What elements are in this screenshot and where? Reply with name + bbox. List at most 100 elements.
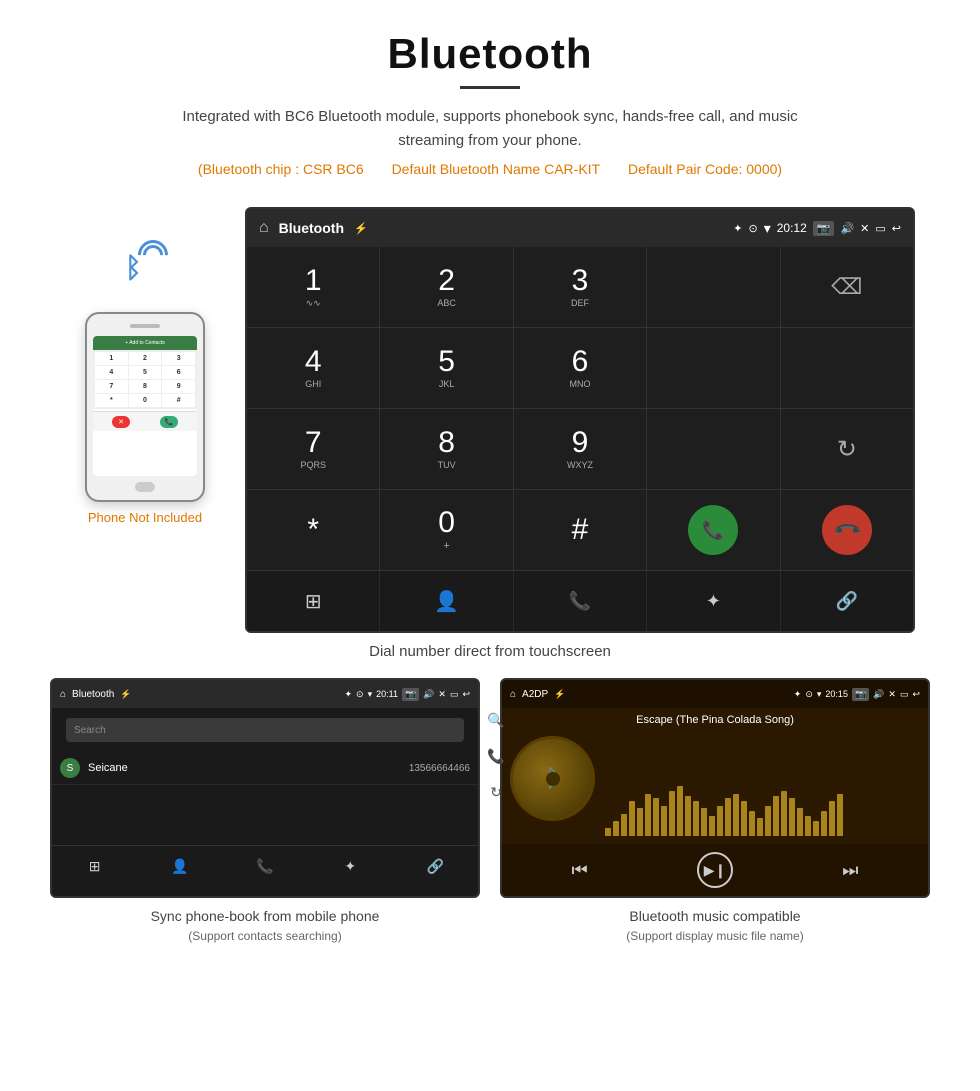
eq-bar [645, 794, 651, 836]
eq-bar [765, 806, 771, 836]
side-reload-icon[interactable]: ↻ [484, 780, 508, 804]
bt-symbol: ᛒ [125, 252, 142, 284]
phone-bottom-bar: ✕ 📞 [93, 411, 197, 431]
eq-bar [789, 798, 795, 836]
song-title: Escape (The Pina Colada Song) [502, 708, 928, 728]
music-bt: ✦ [794, 689, 802, 700]
toolbar-link[interactable]: 🔗 [781, 571, 913, 631]
subtitle: Integrated with BC6 Bluetooth module, su… [150, 105, 830, 153]
dial-call-button[interactable]: 📞 [647, 490, 779, 570]
side-phone-icon[interactable]: 📞 [484, 744, 508, 768]
dial-redial[interactable]: ↻ [781, 409, 913, 489]
contact-row[interactable]: S Seicane 13566664466 [52, 752, 478, 785]
back-icon[interactable]: ↩ [892, 222, 901, 235]
contacts-back[interactable]: ↩ [462, 689, 470, 700]
toolbar-phone[interactable]: 📞 [514, 571, 647, 631]
play-button[interactable]: ▶❙ [697, 852, 733, 888]
contacts-loc: ⊙ [356, 689, 364, 700]
camera-icon: 📷 [813, 221, 835, 236]
eq-bar [621, 814, 627, 836]
window-icon: ▭ [875, 222, 885, 235]
contacts-wifi: ▾ [368, 689, 373, 700]
topbar-title: Bluetooth [279, 220, 344, 236]
dial-key-9[interactable]: 9 WXYZ [514, 409, 646, 489]
ct-link[interactable]: 🔗 [393, 846, 478, 886]
dial-key-0[interactable]: 0 + [380, 490, 512, 570]
album-art: ᛒ [510, 736, 595, 821]
toolbar-bluetooth[interactable]: ✦ [647, 571, 780, 631]
phone-not-included: Phone Not Included [88, 510, 202, 525]
prev-button[interactable]: ⏮ [562, 852, 598, 888]
eq-bar [685, 796, 691, 836]
caption-left-sub: (Support contacts searching) [151, 927, 380, 945]
music-back[interactable]: ↩ [912, 689, 920, 700]
music-topbar: ⌂ A2DP ⚡ ✦ ⊙ ▾ 20:15 📷 🔊 ✕ ▭ ↩ [502, 680, 928, 708]
toolbar-contacts[interactable]: 👤 [380, 571, 513, 631]
phone-home-btn [135, 482, 155, 492]
contacts-x: ✕ [438, 689, 446, 700]
home-icon[interactable]: ⌂ [259, 219, 269, 237]
music-vol: 🔊 [873, 689, 884, 700]
eq-bar [725, 798, 731, 836]
music-screen: ⌂ A2DP ⚡ ✦ ⊙ ▾ 20:15 📷 🔊 ✕ ▭ ↩ Escape (T [500, 678, 930, 898]
dial-empty-3 [781, 328, 913, 408]
eq-bar [757, 818, 763, 836]
contacts-home-icon: ⌂ [60, 689, 66, 700]
dial-key-6[interactable]: 6 MNO [514, 328, 646, 408]
contact-number: 13566664466 [409, 763, 470, 774]
eq-bar [749, 811, 755, 836]
eq-bar [613, 821, 619, 836]
panel-left: ⌂ Bluetooth ⚡ ✦ ⊙ ▾ 20:11 📷 🔊 ✕ ▭ ↩ [40, 678, 490, 945]
panel-right: ⌂ A2DP ⚡ ✦ ⊙ ▾ 20:15 📷 🔊 ✕ ▭ ↩ Escape (T [490, 678, 940, 945]
dial-key-3[interactable]: 3 DEF [514, 247, 646, 327]
eq-bar [701, 808, 707, 836]
eq-bar [637, 808, 643, 836]
bt-name: Default Bluetooth Name CAR-KIT [392, 161, 601, 177]
contacts-usb: ⚡ [120, 689, 131, 700]
dial-empty-2 [647, 328, 779, 408]
page-header: Bluetooth Integrated with BC6 Bluetooth … [0, 0, 980, 207]
contacts-bt: ✦ [344, 689, 352, 700]
android-topbar: ⌂ Bluetooth ⚡ ✦ ⊙ ▾ 20:12 📷 🔊 ✕ ▭ ↩ [247, 209, 913, 247]
dial-key-star[interactable]: * [247, 490, 379, 570]
wifi-icon: ▾ [764, 220, 771, 237]
volume-icon: 🔊 [840, 222, 854, 235]
android-toolbar: ⊞ 👤 📞 ✦ 🔗 [247, 570, 913, 631]
eq-bar [797, 808, 803, 836]
ct-contact[interactable]: 👤 [137, 846, 222, 886]
dial-backspace[interactable]: ⌫ [781, 247, 913, 327]
dial-empty-1 [647, 247, 779, 327]
music-loc: ⊙ [805, 689, 813, 700]
topbar-left: ⌂ Bluetooth ⚡ [259, 219, 368, 237]
dial-key-4[interactable]: 4 GHI [247, 328, 379, 408]
caption-main: Dial number direct from touchscreen [0, 643, 980, 660]
side-search-icon[interactable]: 🔍 [484, 708, 508, 732]
dial-key-7[interactable]: 7 PQRS [247, 409, 379, 489]
eq-bar [781, 791, 787, 836]
dial-key-5[interactable]: 5 JKL [380, 328, 512, 408]
contacts-vol: 🔊 [423, 689, 434, 700]
next-button[interactable]: ⏭ [832, 852, 868, 888]
page-title: Bluetooth [40, 30, 940, 78]
music-title-bar: A2DP [522, 689, 548, 700]
title-underline [460, 86, 520, 89]
dial-key-8[interactable]: 8 TUV [380, 409, 512, 489]
contacts-toolbar: ⊞ 👤 📞 ✦ 🔗 [52, 845, 478, 886]
ct-apps[interactable]: ⊞ [52, 846, 137, 886]
location-icon: ⊙ [748, 222, 757, 235]
contacts-spacer [52, 785, 478, 845]
contacts-screen: ⌂ Bluetooth ⚡ ✦ ⊙ ▾ 20:11 📷 🔊 ✕ ▭ ↩ [50, 678, 480, 898]
contacts-search[interactable]: Search [66, 718, 464, 742]
toolbar-apps[interactable]: ⊞ [247, 571, 380, 631]
ct-bt[interactable]: ✦ [308, 846, 393, 886]
dial-key-2[interactable]: 2 ABC [380, 247, 512, 327]
panel-left-caption: Sync phone-book from mobile phone (Suppo… [151, 906, 380, 945]
ct-phone[interactable]: 📞 [222, 846, 307, 886]
bottom-panels: ⌂ Bluetooth ⚡ ✦ ⊙ ▾ 20:11 📷 🔊 ✕ ▭ ↩ [0, 678, 980, 945]
dial-endcall-button[interactable]: 📞 [781, 490, 913, 570]
eq-bar [813, 821, 819, 836]
dial-key-hash[interactable]: # [514, 490, 646, 570]
dial-key-1[interactable]: 1 ∿∿ [247, 247, 379, 327]
dial-grid: 1 ∿∿ 2 ABC 3 DEF ⌫ 4 GHI 5 JKL [247, 247, 913, 570]
phone-keypad: 1 2 3 4 5 6 7 8 9 * 0 # [93, 350, 197, 409]
